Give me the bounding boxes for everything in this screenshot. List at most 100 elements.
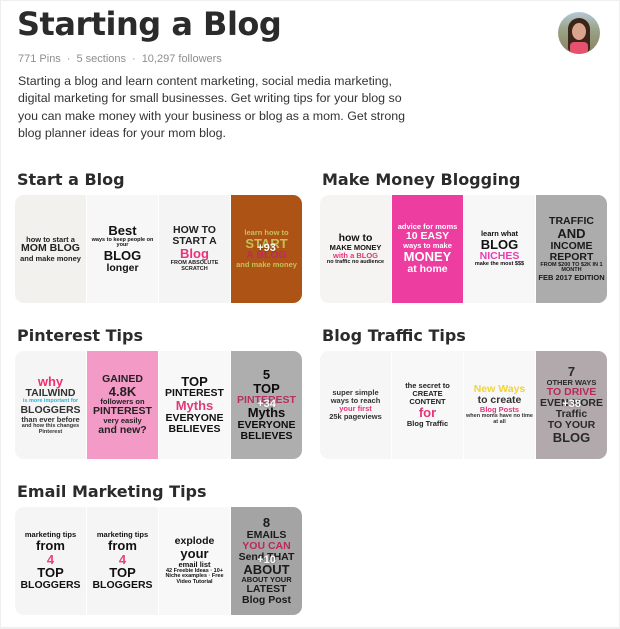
pin-text: 5	[262, 367, 271, 383]
pin-text: 8	[262, 514, 271, 530]
pin-thumbnail[interactable]: marketing tips from 4 TOP BLOGGERS	[87, 507, 158, 615]
pin-thumbnail[interactable]: 5 TOP PINTEREST Myths EVERYONE BELIEVES +34	[231, 351, 302, 459]
section-title[interactable]: Start a Blog	[15, 169, 305, 195]
pin-text: TO DRIVE	[546, 385, 597, 398]
pin-text: TOP	[37, 565, 64, 581]
pin-text: when moms have no time at all	[466, 413, 533, 425]
pin-text: REPORT	[549, 250, 594, 263]
pin-text: BLOG	[103, 248, 142, 264]
section-title[interactable]: Pinterest Tips	[15, 325, 305, 351]
board-description: Starting a blog and learn content market…	[18, 74, 406, 140]
pin-text: OTHER WAYS	[546, 378, 597, 388]
pin-text: make the most $$$	[474, 261, 525, 268]
section-pinterest-tips[interactable]: Pinterest Tips why TAILWIND is more import…	[15, 325, 305, 459]
pin-text: Blog	[180, 246, 209, 262]
avatar-face	[572, 23, 586, 40]
pin-text: 4	[118, 551, 127, 567]
follower-count[interactable]: 10,297 followers	[142, 53, 222, 65]
pin-text: ABOUT YOUR	[241, 575, 292, 585]
pin-thumbnail[interactable]: how to start a MOM BLOG and make money	[15, 195, 86, 303]
more-pins-count: +10	[257, 553, 276, 566]
pin-text: for	[418, 405, 437, 421]
pin-text: EVERYONE	[237, 418, 296, 431]
pin-text: BLOGGERS	[92, 578, 153, 591]
avatar-scarf	[570, 42, 588, 54]
pin-text: MONEY	[403, 249, 452, 265]
pin-text: TO YOUR	[547, 418, 596, 431]
pin-text: longer	[106, 261, 139, 274]
pin-text: CREATE CONTENT	[409, 389, 446, 407]
pin-text: and new?	[98, 424, 147, 437]
section-title[interactable]: Blog Traffic Tips	[320, 325, 610, 351]
pin-text: no traffic no audience	[326, 258, 385, 265]
pin-thumbnail[interactable]: super simple ways to reach your first 25k p…	[320, 351, 391, 459]
pin-text: at home	[407, 262, 448, 275]
pin-text: BLOG	[480, 236, 519, 252]
pin-thumbnail[interactable]: marketing tips from 4 TOP BLOGGERS	[15, 507, 86, 615]
section-start-a-blog[interactable]: Start a Blog how to start a MOM BLOG and m…	[15, 169, 305, 303]
pin-text: Traffic	[555, 407, 588, 420]
pin-text: TRAFFIC	[549, 214, 594, 227]
section-title[interactable]: Email Marketing Tips	[15, 481, 305, 507]
pin-text: 7	[567, 364, 576, 380]
section-tiles[interactable]: how to start a MOM BLOG and make money Best…	[15, 195, 302, 303]
pin-text: 4	[46, 551, 55, 567]
section-tiles[interactable]: marketing tips from 4 TOP BLOGGERS marketing …	[15, 507, 302, 615]
pin-text: FROM ABSOLUTE SCRATCH	[170, 260, 219, 272]
pin-text: TOP	[253, 380, 280, 396]
pin-text: from	[36, 537, 65, 553]
pin-text: BLOG	[552, 429, 591, 445]
section-title[interactable]: Make Money Blogging	[320, 169, 610, 195]
section-tiles[interactable]: why TAILWIND is more important for BLOGGERS…	[15, 351, 302, 459]
pin-text: TOP	[109, 565, 136, 581]
pin-text: 42 Freebie Ideas · 10+ Niche examples · …	[165, 567, 224, 586]
pin-text: BELIEVES	[168, 423, 221, 436]
pin-text: 4.8K	[108, 383, 137, 399]
pin-text: Blog Post	[242, 594, 291, 607]
pin-thumbnail[interactable]: the secret to CREATE CONTENT for Blog Traff…	[392, 351, 463, 459]
more-pins-count: +34	[257, 397, 276, 410]
section-make-money-blogging[interactable]: Make Money Blogging how to MAKE MONEY with…	[320, 169, 610, 303]
section-tiles[interactable]: super simple ways to reach your first 25k p…	[320, 351, 607, 459]
pin-thumbnail[interactable]: 7 OTHER WAYS TO DRIVE EVEN MORE Traffic TO YO…	[536, 351, 607, 459]
pin-text: EMAILS	[246, 528, 287, 541]
pin-text: BLOGGERS	[20, 578, 81, 591]
owner-avatar[interactable]	[558, 12, 600, 54]
pin-text: Best	[108, 223, 137, 239]
pin-thumbnail[interactable]: New Ways to create Blog Posts when moms hav…	[464, 351, 535, 459]
pin-thumbnail[interactable]: why TAILWIND is more important for BLOGGERS…	[15, 351, 86, 459]
pin-text: YOU CAN	[242, 539, 291, 552]
pin-thumbnail[interactable]: explode your email list 42 Freebie Ideas · …	[159, 507, 230, 615]
pin-text: AND	[557, 225, 586, 241]
pin-text: your	[180, 546, 209, 562]
pin-thumbnail[interactable]: learn what BLOG NICHES make the most $$$	[464, 195, 535, 303]
section-tiles[interactable]: how to MAKE MONEY with a BLOG no traffic no…	[320, 195, 607, 303]
pin-text: and make money	[20, 253, 81, 263]
pin-text: from	[108, 537, 137, 553]
pin-text: 25k pageviews	[329, 411, 382, 421]
pin-text: Blog Traffic	[406, 418, 449, 428]
pin-thumbnail[interactable]: GAINED 4.8K followers on PINTEREST very easi…	[87, 351, 158, 459]
more-pins-count: +93	[257, 241, 276, 254]
section-email-marketing-tips[interactable]: Email Marketing Tips marketing tips from 4…	[15, 481, 305, 615]
pin-count[interactable]: 771 Pins	[18, 53, 61, 65]
pin-text: and make money	[236, 260, 297, 270]
pin-thumbnail[interactable]: 8 EMAILS YOU CAN Send THAT ABOUT ABOUT YOUR LA…	[231, 507, 302, 615]
pin-text: and how this changes Pinterest	[21, 422, 80, 435]
pin-text: MOM BLOG	[21, 242, 80, 255]
pin-thumbnail[interactable]: advice for moms 10 EASY ways to make MONEY a…	[392, 195, 463, 303]
pin-thumbnail[interactable]: Best ways to keep people on your BLOG longe…	[87, 195, 158, 303]
section-blog-traffic-tips[interactable]: Blog Traffic Tips super simple ways to re…	[320, 325, 610, 459]
board-title: Starting a Blog	[17, 5, 282, 43]
more-pins-count: +38	[562, 397, 581, 410]
pin-thumbnail[interactable]: how to MAKE MONEY with a BLOG no traffic no…	[320, 195, 391, 303]
pin-thumbnail[interactable]: HOW TO START A Blog FROM ABSOLUTE SCRATCH	[159, 195, 230, 303]
board-stats: 771 Pins · 5 sections · 10,297 followers	[18, 53, 222, 65]
pin-thumbnail[interactable]: TRAFFIC AND INCOME REPORT FROM $200 TO $2K I…	[536, 195, 607, 303]
pin-thumbnail[interactable]: learn how to START A BLOG and make money +93	[231, 195, 302, 303]
pin-text: BELIEVES	[240, 429, 293, 442]
pin-text: learn how to	[244, 227, 289, 237]
separator: ·	[66, 53, 71, 65]
pin-text: INCOME	[550, 239, 593, 252]
pin-thumbnail[interactable]: TOP PINTEREST Myths EVERYONE BELIEVES	[159, 351, 230, 459]
